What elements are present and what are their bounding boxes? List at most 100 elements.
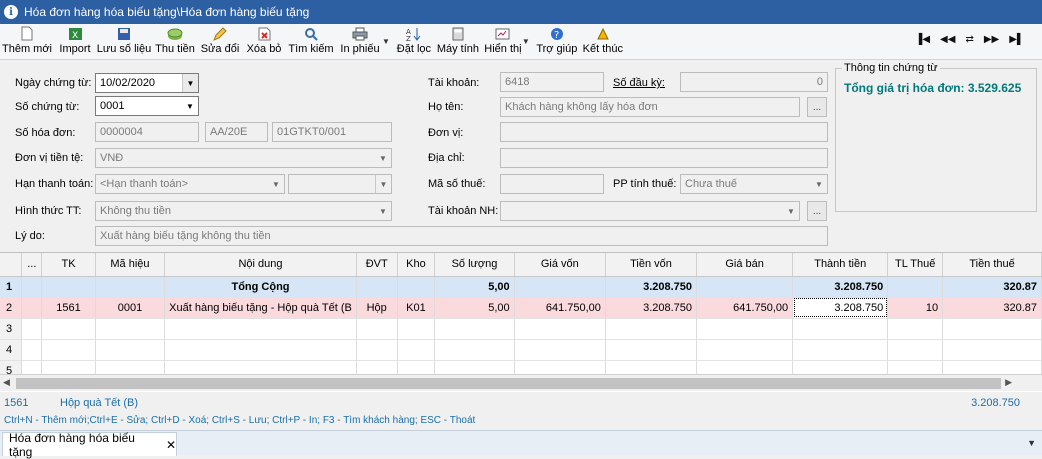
address-label: Địa chỉ: <box>428 152 465 164</box>
due-date-select[interactable]: <Hạn thanh toán> ▼ <box>95 174 285 194</box>
bank-account-select[interactable]: ▼ <box>500 201 800 221</box>
display-dropdown-arrow[interactable]: ▼ <box>522 37 530 46</box>
shortcut-text: Ctrl+N - Thêm mới;Ctrl+E - Sửa; Ctrl+D -… <box>4 415 476 426</box>
help-button[interactable]: ? Trợ giúp <box>534 24 580 60</box>
chevron-down-icon[interactable]: ▼ <box>811 175 827 193</box>
first-icon[interactable]: ▐◀ <box>915 34 930 45</box>
invoice-template-field[interactable]: 01GTKT0/001 <box>272 122 392 142</box>
column-header[interactable]: Giá bán <box>696 253 794 277</box>
refresh-icon[interactable]: ⇄ <box>965 34 973 45</box>
cell-warehouse[interactable]: K01 <box>397 297 436 319</box>
status-bar: 1561 Hộp quà Tết (B) 3.208.750 <box>0 394 1042 412</box>
unit-field[interactable] <box>500 122 828 142</box>
sort-filter-icon: AZ <box>406 26 422 41</box>
row-number-header <box>0 253 23 277</box>
invoice-lines-grid: ... TK Mã hiệu Nội dung ĐVT Kho Số lượng… <box>0 252 1042 392</box>
document-tab-bar: Hóa đơn hàng hóa biếu tặng ✕ ▼ <box>0 430 1042 459</box>
column-header[interactable]: Tiền vốn <box>605 253 698 277</box>
print-dropdown-arrow[interactable]: ▼ <box>382 37 390 46</box>
money-icon <box>167 26 183 41</box>
account-field[interactable]: 6418 <box>500 72 604 92</box>
tax-code-label: Mã số thuế: <box>428 178 486 190</box>
customer-lookup-button[interactable]: ... <box>807 97 827 117</box>
scroll-left-icon[interactable]: ◀ <box>3 377 10 388</box>
column-header[interactable]: Giá vốn <box>514 253 606 277</box>
column-header[interactable]: Tiền thuế <box>942 253 1042 277</box>
next-icon[interactable]: ▶▶ <box>984 34 999 45</box>
calendar-dropdown-icon[interactable]: ▼ <box>182 74 198 92</box>
tab-invoice-gift[interactable]: Hóa đơn hàng hóa biếu tặng ✕ <box>2 431 177 459</box>
cell-unit[interactable]: Hộp <box>356 297 398 319</box>
column-header[interactable]: TL Thuế <box>887 253 944 277</box>
address-field[interactable] <box>500 148 828 168</box>
collect-money-button[interactable]: Thu tiền <box>152 24 198 60</box>
exit-button[interactable]: Kết thúc <box>580 24 626 60</box>
invoice-number-field[interactable]: 0000004 <box>95 122 199 142</box>
scroll-right-icon[interactable]: ▶ <box>1005 377 1012 388</box>
prev-icon[interactable]: ◀◀ <box>940 34 955 45</box>
voucher-number-field[interactable]: 0001 ▼ <box>95 96 199 116</box>
chevron-down-icon[interactable]: ▼ <box>375 149 391 167</box>
cell-quantity[interactable]: 5,00 <box>434 297 515 319</box>
chevron-down-icon[interactable]: ▼ <box>375 202 391 220</box>
currency-select[interactable]: VNĐ ▼ <box>95 148 392 168</box>
calculator-button[interactable]: Máy tính <box>434 24 482 60</box>
print-button[interactable]: In phiếu <box>336 24 384 60</box>
cell-tax-amount[interactable]: 320.87 <box>942 297 1042 319</box>
tab-list-dropdown-icon[interactable]: ▼ <box>1027 438 1036 448</box>
cell-item-code[interactable]: 0001 <box>95 297 166 319</box>
column-header[interactable]: Nội dung <box>164 253 357 277</box>
new-button[interactable]: Thêm mới <box>0 24 54 60</box>
tax-code-field[interactable] <box>500 174 604 194</box>
cell-sale-price[interactable]: 641.750,00 <box>696 297 794 319</box>
row-number: 2 <box>0 297 23 319</box>
import-button[interactable]: X Import <box>54 24 96 60</box>
edit-button[interactable]: Sửa đổi <box>198 24 242 60</box>
reason-field[interactable]: Xuất hàng biếu tặng không thu tiền <box>95 226 828 246</box>
column-header[interactable]: TK <box>41 253 96 277</box>
opening-balance-link[interactable]: Số đầu kỳ: <box>613 77 665 89</box>
table-row[interactable]: 3 <box>0 318 1042 340</box>
last-icon[interactable]: ▶▌ <box>1009 34 1024 45</box>
chevron-down-icon[interactable]: ▼ <box>182 97 198 115</box>
chevron-down-icon[interactable]: ▼ <box>375 175 391 193</box>
customer-name-field[interactable]: Khách hàng không lấy hóa đơn <box>500 97 800 117</box>
cell-amount[interactable]: 3.208.750 <box>792 297 889 319</box>
bank-lookup-button[interactable]: ... <box>807 201 827 221</box>
calculator-icon <box>450 26 466 41</box>
horizontal-scrollbar[interactable]: ◀ ▶ <box>0 374 1042 391</box>
table-row[interactable]: 2 1561 0001 Xuất hàng biếu tặng - Hộp qu… <box>0 297 1042 319</box>
close-icon[interactable]: ✕ <box>166 438 176 452</box>
column-header[interactable]: Kho <box>397 253 436 277</box>
total-tax: 320.87 <box>942 276 1042 298</box>
chevron-down-icon[interactable]: ▼ <box>268 175 284 193</box>
cell-description[interactable]: Xuất hàng biếu tặng - Hộp quà Tết (B <box>164 297 357 319</box>
delete-button[interactable]: Xóa bỏ <box>242 24 286 60</box>
cell-cost-amount[interactable]: 3.208.750 <box>605 297 698 319</box>
column-header[interactable]: Số lượng <box>434 253 515 277</box>
search-button[interactable]: Tìm kiếm <box>286 24 336 60</box>
table-row[interactable]: 4 <box>0 339 1042 361</box>
cell-account[interactable]: 1561 <box>41 297 96 319</box>
filter-button[interactable]: AZ Đặt lọc <box>394 24 434 60</box>
display-button[interactable]: Hiển thị <box>482 24 524 60</box>
column-header[interactable]: Mã hiệu <box>95 253 166 277</box>
voucher-date-field[interactable]: 10/02/2020 ▼ <box>95 73 199 93</box>
delete-icon <box>256 26 272 41</box>
grid-header: ... TK Mã hiệu Nội dung ĐVT Kho Số lượng… <box>0 253 1042 277</box>
cell-tax-rate[interactable]: 10 <box>887 297 944 319</box>
tax-method-select[interactable]: Chưa thuế ▼ <box>680 174 828 194</box>
cell-cost-price[interactable]: 641.750,00 <box>514 297 606 319</box>
payment-method-select[interactable]: Không thu tiền ▼ <box>95 201 392 221</box>
column-header[interactable]: ... <box>21 253 43 277</box>
voucher-date-label: Ngày chứng từ: <box>15 77 92 89</box>
scrollbar-thumb[interactable] <box>16 378 1001 389</box>
column-header[interactable]: ĐVT <box>356 253 398 277</box>
due-date-secondary-select[interactable]: ▼ <box>288 174 392 194</box>
chevron-down-icon[interactable]: ▼ <box>783 202 799 220</box>
invoice-symbol-field[interactable]: AA/20E <box>205 122 268 142</box>
opening-balance-field[interactable]: 0 <box>680 72 828 92</box>
save-button[interactable]: Lưu số liệu <box>96 24 152 60</box>
column-header[interactable]: Thành tiền <box>792 253 889 277</box>
record-navigation: ▐◀ ◀◀ ⇄ ▶▶ ▶▌ <box>915 34 1024 45</box>
